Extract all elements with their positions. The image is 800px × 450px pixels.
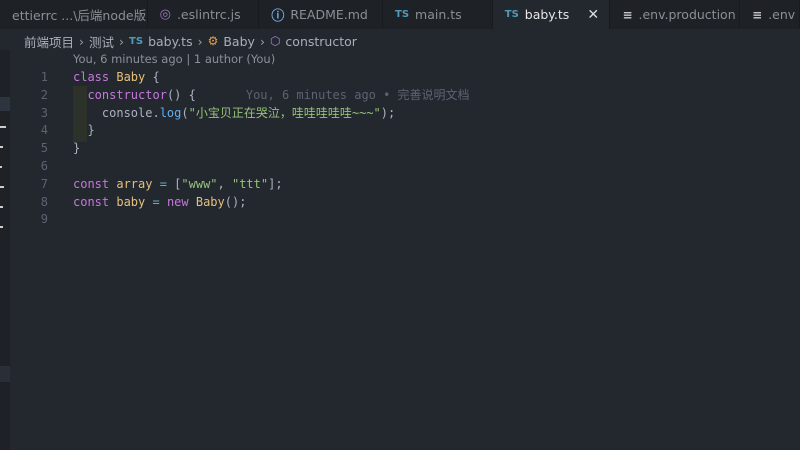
chevron-right-icon: › (79, 33, 85, 49)
method-symbol-icon: ⬡ (269, 34, 281, 48)
line-number: 7 (40, 176, 48, 191)
code-token: = (152, 194, 167, 209)
code-token: "www" (181, 176, 218, 191)
class-symbol-icon: ⚙ (207, 34, 219, 48)
tab-env[interactable]: ≡ .env (740, 0, 800, 29)
code-token: () { (166, 87, 196, 102)
code-token: "小宝贝正在哭泣，哇哇哇哇哇~~~" (188, 105, 381, 120)
chevron-right-icon: › (259, 33, 265, 49)
editor-tab-bar: ettierrc ...\后端node版 ◎ .eslintrc.js ⓘ README… (0, 0, 800, 29)
ts-icon: TS (504, 9, 519, 20)
tab-label: README.md (290, 7, 368, 22)
breadcrumb-method[interactable]: constructor (285, 34, 356, 49)
breadcrumb-class[interactable]: Baby (223, 34, 255, 49)
chevron-right-icon: › (197, 33, 203, 49)
breadcrumb-file[interactable]: baby.ts (148, 34, 193, 49)
line-number: 4 (40, 123, 48, 138)
code-token: ); (380, 105, 396, 120)
code-token: class (73, 70, 117, 84)
code-text: console.log("小宝贝正在哭泣，哇哇哇哇哇~~~"); (73, 105, 395, 123)
code-token: } (73, 141, 81, 156)
line-number: 5 (40, 141, 48, 156)
breadcrumb-folder[interactable]: 测试 (89, 32, 114, 51)
code-text: } (73, 140, 80, 158)
code-text: } (73, 122, 95, 140)
tab-readme-md[interactable]: ⓘ README.md (259, 0, 384, 29)
line-number: 6 (40, 158, 48, 173)
code-token: "ttt" (231, 176, 269, 191)
code-token: array (116, 176, 160, 191)
code-text: constructor() { You, 6 minutes ago • 完善说明… (73, 87, 470, 105)
line-number: 8 (40, 194, 48, 209)
code-text: class Baby { (73, 69, 160, 87)
tab-ettierrc-node[interactable]: ettierrc ...\后端node版 (0, 0, 148, 29)
info-icon: ⓘ (271, 9, 285, 24)
code-token: { (152, 70, 160, 84)
code-token: constructor (87, 87, 167, 102)
ts-icon: TS (395, 9, 410, 20)
code-token: (); (224, 194, 247, 209)
ts-file-icon: TS (129, 35, 144, 47)
close-icon[interactable]: ✕ (587, 7, 599, 23)
tab-main-ts[interactable]: TS main.ts (383, 0, 493, 29)
code-token: ]; (268, 176, 283, 191)
tab-label: .env.production (638, 7, 736, 22)
env-icon: ≡ (752, 7, 763, 22)
line-number: 1 (40, 70, 48, 84)
tab-label: .env (768, 7, 796, 22)
codelens-blame[interactable]: You, 6 minutes ago | 1 author (You) (73, 52, 275, 66)
line-number: 2 (40, 87, 48, 102)
line-number: 3 (40, 105, 48, 120)
tab-baby-ts[interactable]: TS baby.ts ✕ (492, 0, 611, 29)
code-token: Baby (195, 194, 225, 209)
code-token: log (159, 105, 182, 120)
breadcrumb-folder[interactable]: 前端项目 (24, 32, 74, 51)
line-number: 9 (40, 212, 48, 227)
tab-label: baby.ts (524, 7, 570, 22)
code-token: , (217, 176, 232, 191)
code-token: = (159, 176, 175, 191)
code-token: new (166, 194, 196, 209)
code-text: const baby = new Baby(); (73, 194, 246, 212)
code-token: } (73, 123, 95, 138)
code-text: const array = ["www", "ttt"]; (73, 176, 283, 194)
tab-label: .eslintrc.js (176, 7, 241, 22)
eslint-icon: ◎ (159, 7, 171, 22)
code-token: Baby (116, 70, 153, 84)
tab-env-production[interactable]: ≡ .env.production (610, 0, 741, 29)
code-token: console. (73, 105, 160, 120)
code-token: const (73, 176, 117, 191)
code-token: const (73, 194, 117, 209)
chevron-right-icon: › (119, 33, 125, 49)
code-token: baby (116, 194, 153, 209)
side-panel-edge (0, 50, 10, 450)
code-token: ( (181, 105, 189, 120)
tab-label: ettierrc ...\后端node版 (12, 8, 147, 23)
inline-blame: You, 6 minutes ago • 完善说明文档 (245, 87, 470, 102)
tab-label: main.ts (415, 7, 462, 22)
tab-eslintrc-js[interactable]: ◎ .eslintrc.js (148, 0, 260, 29)
breadcrumb: 前端项目 › 测试 › TS baby.ts › ⚙ Baby › ⬡ cons… (24, 32, 357, 50)
env-icon: ≡ (622, 7, 633, 22)
